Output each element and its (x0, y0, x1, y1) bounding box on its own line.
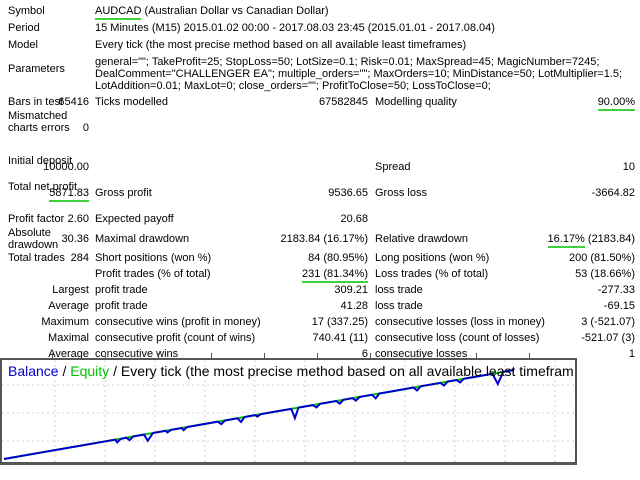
stat-cell: 84 (80.95%) (308, 252, 368, 264)
stat-cell: -521.07 (3) (581, 332, 635, 344)
highlighted-value: 90.00% (597, 96, 635, 111)
chart-legend-part: Equity (70, 363, 110, 379)
period-value: 15 Minutes (M15) 2015.01.02 00:00 - 2017… (95, 22, 495, 34)
stat-cell: 65416 (58, 96, 89, 108)
stat-cell: Average (48, 300, 89, 312)
stat-cell: 10000.00 (43, 161, 89, 173)
stat-cell: 10 (622, 161, 635, 173)
stat-cell: 17 (337.25) (311, 316, 368, 328)
stat-cell: 309.21 (334, 284, 368, 296)
symbol-label: Symbol (8, 5, 45, 17)
symbol-value: AUDCAD (Australian Dollar vs Canadian Do… (95, 5, 635, 20)
parameters-label: Parameters (8, 63, 65, 75)
balance-equity-chart: Balance / Equity / Every tick (the most … (0, 358, 577, 465)
stat-cell: 284 (70, 252, 89, 264)
stat-cell: -3664.82 (591, 187, 635, 199)
value-suffix: (2183.84) (584, 233, 635, 245)
stat-cell: 0 (82, 122, 89, 134)
stat-cell: -69.15 (603, 300, 635, 312)
stat-cell: 67582845 (319, 96, 368, 108)
chart-legend: Balance / Equity / Every tick (the most … (8, 363, 573, 379)
highlighted-value: 231 (81.34%) (301, 268, 368, 283)
balance-line (3, 369, 515, 460)
stat-cell: 9536.65 (328, 187, 368, 199)
model-value: Every tick (the most precise method base… (95, 39, 467, 51)
stat-cell: Maximum (41, 316, 89, 328)
symbol-ticker: AUDCAD (95, 5, 142, 20)
stat-cell: 200 (81.50%) (568, 252, 635, 264)
chart-legend-part: / Every tick (the most precise method ba… (109, 363, 573, 379)
stat-cell: Maximal (48, 332, 89, 344)
stat-cell: 2183.84 (16.17%) (280, 233, 368, 245)
stat-cell: 740.41 (11) (312, 332, 368, 344)
stat-cell: 41.28 (340, 300, 368, 312)
highlighted-value: 16.17% (547, 233, 585, 248)
stat-cell: 231 (81.34%) (240, 268, 368, 283)
highlighted-value: 5871.83 (49, 187, 89, 202)
stat-cell: 5871.83 (15, 187, 89, 202)
strategy-tester-report: Symbol AUDCAD (Australian Dollar vs Cana… (0, 0, 640, 480)
stat-cell: 2.60 (67, 213, 89, 225)
model-label: Model (8, 39, 38, 51)
symbol-description: (Australian Dollar vs Canadian Dollar) (141, 5, 329, 17)
stat-cell: 3 (-521.07) (581, 316, 635, 328)
stat-cell: -277.33 (597, 284, 635, 296)
stat-cell: 53 (18.66%) (575, 268, 635, 280)
stat-cell: 30.36 (61, 233, 89, 245)
stat-cell: Largest (52, 284, 89, 296)
stat-cell: 20.68 (340, 213, 368, 225)
stat-cell: 16.17% (2183.84) (475, 233, 635, 248)
stat-cell: 90.00% (475, 96, 635, 111)
period-label: Period (8, 22, 40, 34)
chart-legend-part: Balance (8, 363, 59, 379)
chart-legend-part: / (58, 363, 71, 379)
parameters-value: general=""; TakeProfit=25; StopLoss=50; … (95, 56, 623, 92)
